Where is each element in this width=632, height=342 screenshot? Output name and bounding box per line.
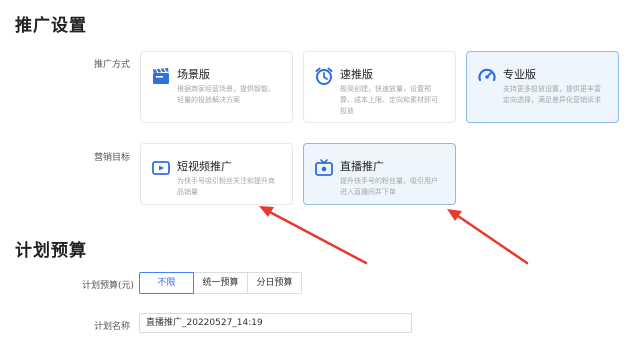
method-card-desc: 极简创建，快速放量，设置预 算、成本上限、定向和素材即可 投放: [340, 85, 438, 115]
budget-option-unified[interactable]: 统一预算: [193, 272, 248, 294]
plan-name-input[interactable]: 直播推广_20220527_14:19: [139, 313, 412, 333]
video-play-icon: [152, 161, 170, 175]
goal-card-desc: 为快手号吸引粉丝关注和提升商 品销量: [177, 177, 275, 196]
goal-card-title: 短视频推广: [177, 160, 232, 173]
method-card-title: 专业版: [503, 68, 536, 81]
clapperboard-icon: [153, 68, 169, 84]
goal-card-desc: 提升快手号的粉丝量，吸引用户 进入直播间并下单: [340, 177, 438, 196]
method-card-scene[interactable]: 场景版 根据商家经营场景，提供智能、 轻量的投放解决方案: [140, 51, 293, 123]
live-tv-icon: [315, 159, 333, 176]
plan-name-label: 计划名称: [94, 322, 131, 332]
arrow-to-live-card: [447, 209, 529, 265]
goal-card-short-video[interactable]: 短视频推广 为快手号吸引粉丝关注和提升商 品销量: [140, 143, 293, 205]
arrow-to-short-video-card: [259, 206, 368, 265]
budget-option-unlimited[interactable]: 不限: [139, 272, 194, 294]
method-card-title: 场景版: [177, 68, 210, 81]
alarm-clock-icon: [315, 67, 333, 85]
method-card-desc: 支持更多投放设置，提供更丰富 定向选择，满足差异化营销诉求: [503, 85, 601, 104]
section-title-plan-budget: 计划预算: [15, 241, 87, 261]
method-card-quick[interactable]: 速推版 极简创建，快速放量，设置预 算、成本上限、定向和素材即可 投放: [303, 51, 456, 123]
method-card-pro[interactable]: 专业版 支持更多投放设置，提供更丰富 定向选择，满足差异化营销诉求: [466, 51, 619, 123]
plan-budget-label: 计划预算(元): [82, 281, 135, 291]
goal-card-title: 直播推广: [340, 160, 384, 173]
section-title-promotion-settings: 推广设置: [15, 16, 87, 36]
gauge-icon: [478, 68, 496, 82]
marketing-goal-label: 营销目标: [94, 153, 131, 163]
method-card-desc: 根据商家经营场景，提供智能、 轻量的投放解决方案: [177, 85, 275, 104]
goal-card-live[interactable]: 直播推广 提升快手号的粉丝量，吸引用户 进入直播间并下单: [303, 143, 456, 205]
promotion-method-label: 推广方式: [94, 60, 131, 70]
budget-option-daily[interactable]: 分日预算: [247, 272, 302, 294]
method-card-title: 速推版: [340, 68, 373, 81]
